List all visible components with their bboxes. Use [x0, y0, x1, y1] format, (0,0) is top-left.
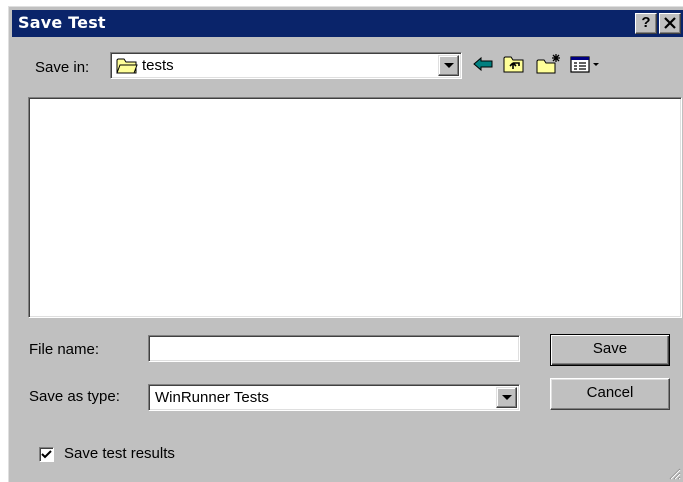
title-bar[interactable]: Save Test ?	[12, 10, 683, 37]
save-button[interactable]: Save	[550, 334, 670, 366]
save-as-type-value: WinRunner Tests	[155, 389, 269, 406]
resize-grip-icon[interactable]	[667, 466, 681, 480]
up-one-level-button[interactable]	[501, 52, 527, 76]
help-button[interactable]: ?	[635, 13, 657, 34]
folder-icon	[116, 58, 138, 74]
save-in-dropdown[interactable]: tests	[110, 52, 462, 79]
checkmark-icon	[41, 450, 52, 459]
file-list[interactable]	[28, 97, 682, 318]
save-test-dialog: Save Test ? Save in: tests File name: Sa…	[8, 6, 683, 482]
file-name-label: File name:	[29, 341, 100, 358]
save-as-type-label: Save as type:	[29, 388, 120, 405]
cancel-button[interactable]: Cancel	[550, 378, 670, 410]
up-one-level-icon	[503, 56, 524, 73]
save-in-label: Save in:	[35, 59, 90, 76]
back-button[interactable]	[471, 52, 497, 76]
new-folder-button[interactable]	[535, 52, 561, 76]
save-test-results-label: Save test results	[64, 445, 175, 462]
save-in-dropdown-arrow[interactable]	[438, 55, 459, 76]
save-as-type-dropdown[interactable]: WinRunner Tests	[148, 384, 520, 411]
save-test-results-checkbox[interactable]	[39, 447, 54, 462]
save-as-type-dropdown-arrow[interactable]	[496, 387, 517, 408]
dialog-title: Save Test	[18, 13, 106, 32]
back-arrow-icon	[473, 56, 493, 72]
close-icon	[664, 17, 676, 29]
view-menu-icon	[570, 56, 599, 73]
save-in-value: tests	[142, 57, 174, 74]
file-name-input[interactable]	[148, 335, 520, 362]
new-folder-icon	[536, 54, 560, 74]
close-button[interactable]	[659, 13, 681, 34]
view-menu-button[interactable]	[569, 52, 603, 76]
